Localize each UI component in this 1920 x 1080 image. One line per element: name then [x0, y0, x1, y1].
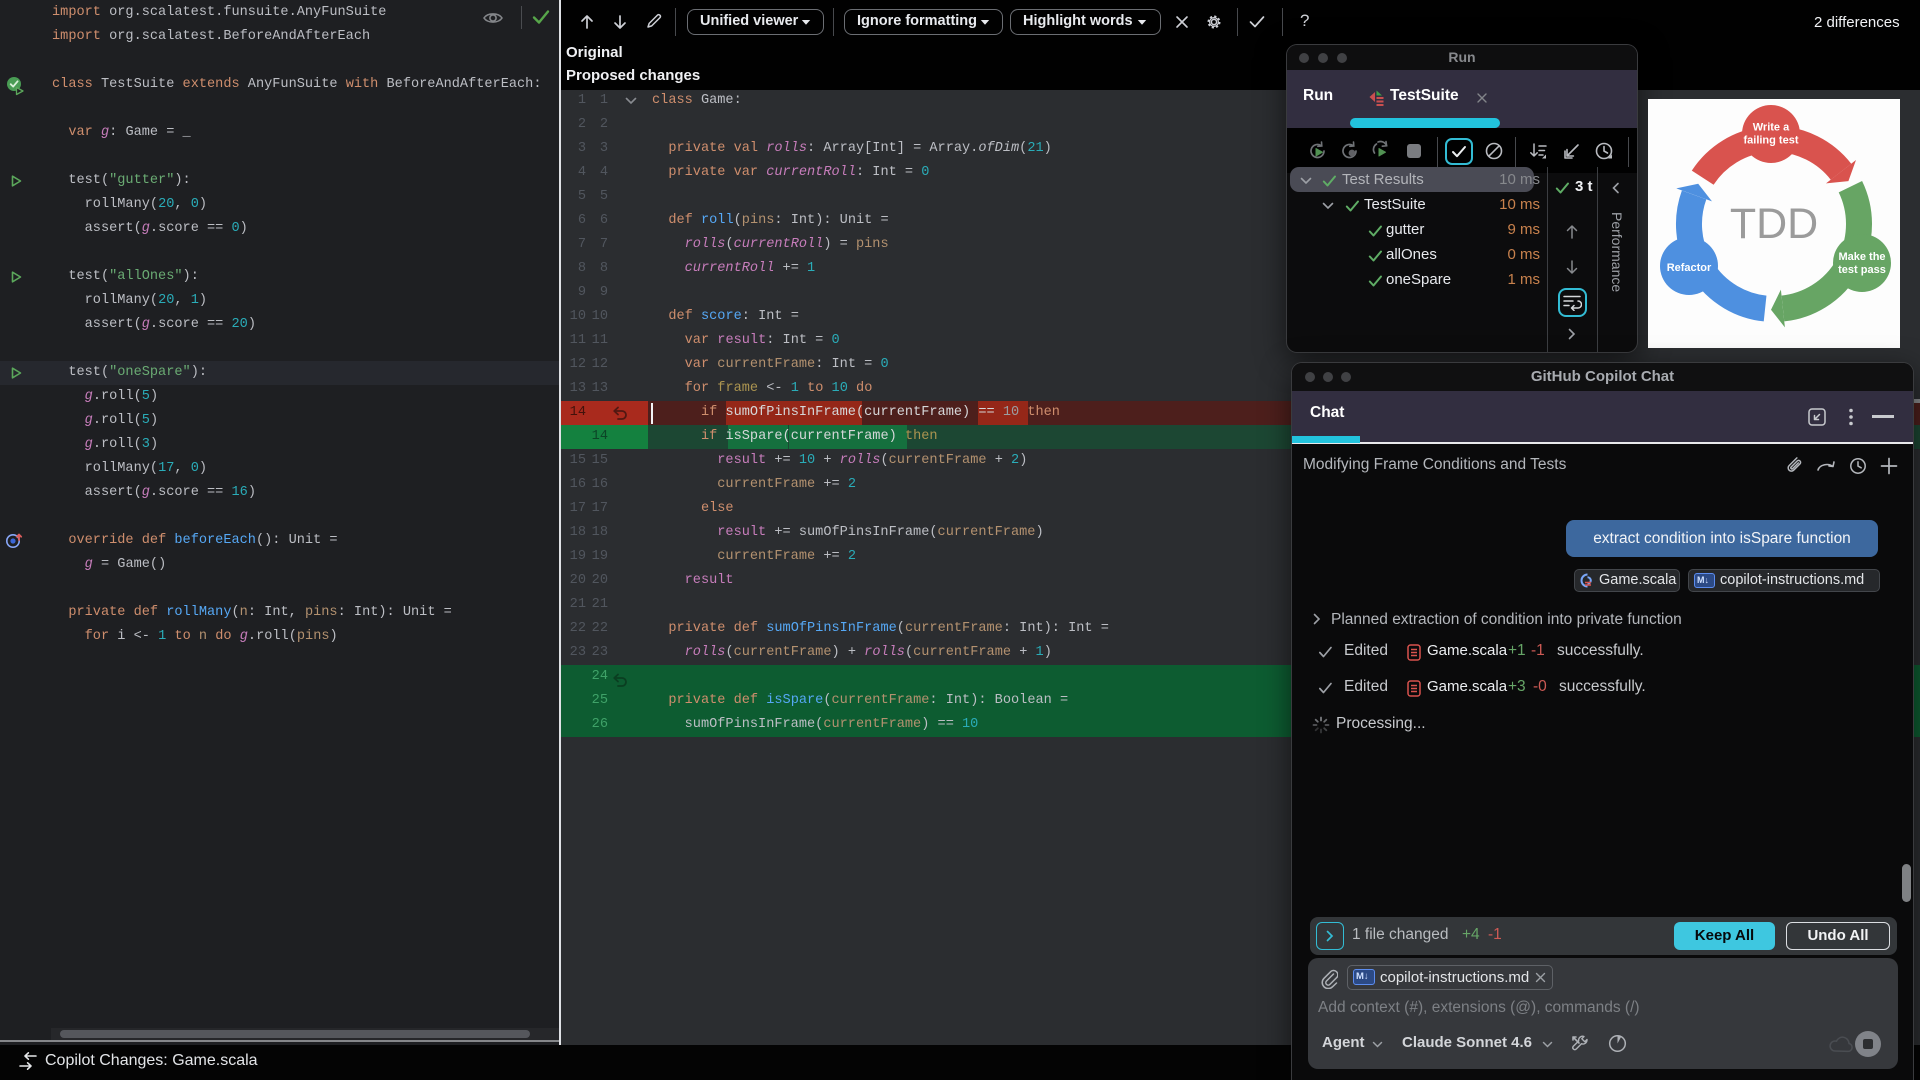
svg-text:failing test: failing test — [1743, 135, 1798, 147]
svg-text:Make the: Make the — [1838, 251, 1885, 263]
svg-text:Write a: Write a — [1753, 122, 1790, 134]
svg-text:Refactor: Refactor — [1667, 262, 1712, 274]
svg-text:test pass: test pass — [1838, 264, 1886, 276]
svg-text:TDD: TDD — [1730, 200, 1818, 248]
